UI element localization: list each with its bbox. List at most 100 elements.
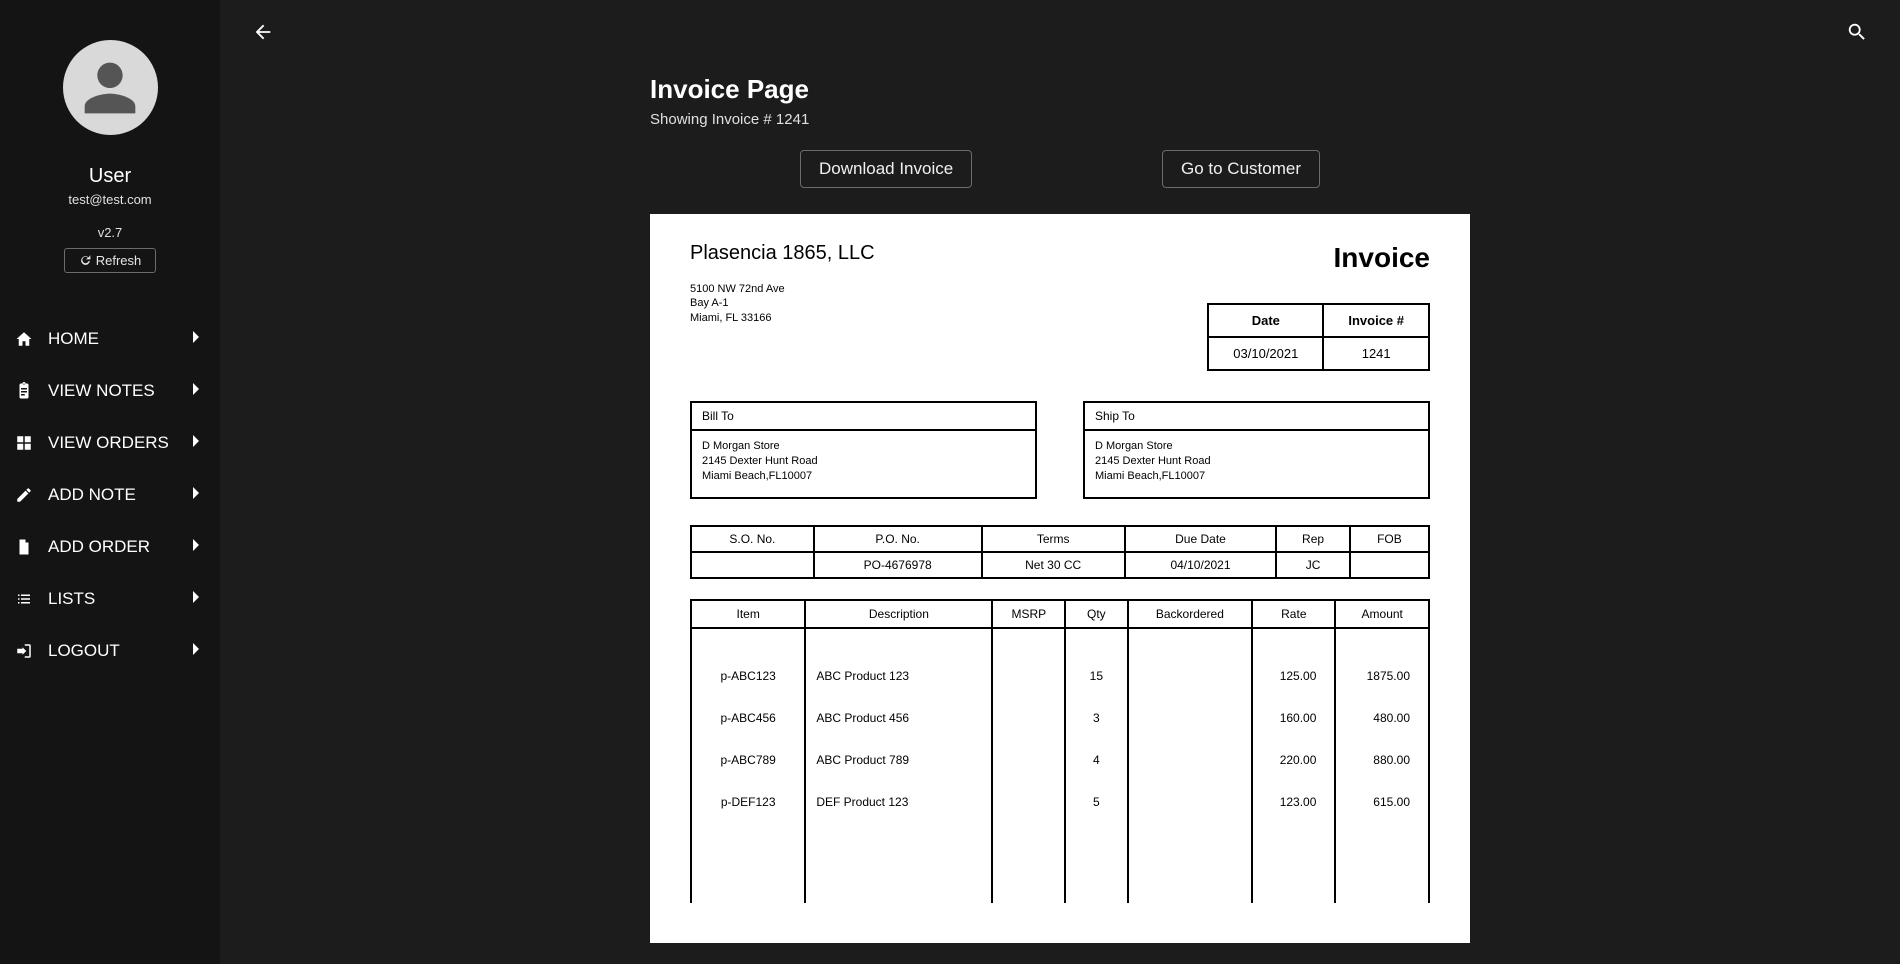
- cell-item: p-DEF123: [691, 781, 805, 823]
- meta-head-so: S.O. No.: [691, 526, 814, 552]
- sidebar-item-view-notes[interactable]: VIEW NOTES: [0, 365, 220, 417]
- cell-qty: 15: [1065, 628, 1127, 697]
- sidebar-item-logout[interactable]: LOGOUT: [0, 625, 220, 677]
- sidebar-item-label: LISTS: [48, 589, 192, 609]
- invoice-heading: Invoice: [1334, 242, 1430, 274]
- meta-val-po: PO-4676978: [814, 552, 982, 578]
- go-to-customer-button[interactable]: Go to Customer: [1162, 150, 1320, 188]
- invoice-items-table: Item Description MSRP Qty Backordered Ra…: [690, 599, 1430, 903]
- chevron-right-icon: [192, 641, 202, 661]
- sidebar-item-view-orders[interactable]: VIEW ORDERS: [0, 417, 220, 469]
- main-content: Invoice Page Showing Invoice # 1241 Down…: [220, 0, 1900, 964]
- cell-amount: 480.00: [1335, 697, 1429, 739]
- back-button[interactable]: [248, 17, 278, 50]
- chevron-right-icon: [192, 433, 202, 453]
- cell-msrp: [992, 781, 1065, 823]
- items-head-amount: Amount: [1335, 600, 1429, 628]
- search-button[interactable]: [1842, 17, 1872, 50]
- cell-rate: 160.00: [1252, 697, 1335, 739]
- topbar: [248, 18, 1872, 48]
- ship-to-label: Ship To: [1085, 403, 1428, 431]
- cell-back: [1128, 697, 1253, 739]
- cell-qty: 4: [1065, 739, 1127, 781]
- user-email: test@test.com: [68, 192, 151, 207]
- table-row: p-ABC456ABC Product 4563160.00480.00: [691, 697, 1429, 739]
- invoice-number: 1241: [1323, 337, 1429, 370]
- address-row: Bill To D Morgan Store 2145 Dexter Hunt …: [690, 401, 1430, 500]
- sidebar-item-lists[interactable]: LISTS: [0, 573, 220, 625]
- invoice-date: 03/10/2021: [1208, 337, 1323, 370]
- sidebar-item-home[interactable]: HOME: [0, 313, 220, 365]
- bill-to-block: Bill To D Morgan Store 2145 Dexter Hunt …: [690, 401, 1037, 500]
- action-row: Download Invoice Go to Customer: [650, 150, 1470, 188]
- cell-qty: 5: [1065, 781, 1127, 823]
- meta-head-po: P.O. No.: [814, 526, 982, 552]
- bill-to-name: D Morgan Store: [702, 439, 1025, 454]
- cell-rate: 123.00: [1252, 781, 1335, 823]
- bill-to-street: 2145 Dexter Hunt Road: [702, 454, 1025, 469]
- refresh-label: Refresh: [96, 253, 142, 268]
- search-icon: [1846, 21, 1868, 43]
- meta-head-due: Due Date: [1125, 526, 1276, 552]
- page-title: Invoice Page: [650, 74, 1470, 105]
- cell-back: [1128, 628, 1253, 697]
- date-header: Date: [1208, 304, 1323, 337]
- invoice-num-header: Invoice #: [1323, 304, 1429, 337]
- list-icon: [14, 590, 34, 608]
- chevron-right-icon: [192, 485, 202, 505]
- app-version: v2.7: [98, 225, 123, 240]
- bill-to-label: Bill To: [692, 403, 1035, 431]
- cell-item: p-ABC789: [691, 739, 805, 781]
- company-addr-line: 5100 NW 72nd Ave: [690, 282, 1430, 296]
- ship-to-body: D Morgan Store 2145 Dexter Hunt Road Mia…: [1085, 431, 1428, 498]
- sidebar-item-label: VIEW ORDERS: [48, 433, 192, 453]
- sidebar-item-add-note[interactable]: ADD NOTE: [0, 469, 220, 521]
- sidebar-item-label: ADD ORDER: [48, 537, 192, 557]
- sidebar-item-label: HOME: [48, 329, 192, 349]
- cell-amount: 1875.00: [1335, 628, 1429, 697]
- meta-val-so: [691, 552, 814, 578]
- ship-to-name: D Morgan Store: [1095, 439, 1418, 454]
- meta-val-terms: Net 30 CC: [982, 552, 1125, 578]
- items-head-rate: Rate: [1252, 600, 1335, 628]
- table-row: p-DEF123DEF Product 123 5 123.00615.00: [691, 781, 1429, 823]
- meta-head-terms: Terms: [982, 526, 1125, 552]
- cell-qty: 3: [1065, 697, 1127, 739]
- meta-val-due: 04/10/2021: [1125, 552, 1276, 578]
- table-row: p-ABC123ABC Product 12315125.001875.00: [691, 628, 1429, 697]
- file-icon: [14, 538, 34, 556]
- sidebar-item-add-order[interactable]: ADD ORDER: [0, 521, 220, 573]
- arrow-left-icon: [252, 21, 274, 43]
- download-invoice-button[interactable]: Download Invoice: [800, 150, 972, 188]
- cell-rate: 220.00: [1252, 739, 1335, 781]
- refresh-icon: [79, 254, 92, 267]
- meta-head-rep: Rep: [1276, 526, 1350, 552]
- items-head-item: Item: [691, 600, 805, 628]
- cell-msrp: [992, 697, 1065, 739]
- cell-desc: ABC Product 789: [805, 739, 992, 781]
- ship-to-block: Ship To D Morgan Store 2145 Dexter Hunt …: [1083, 401, 1430, 500]
- cell-amount: 615.00: [1335, 781, 1429, 823]
- invoice-header: Plasencia 1865, LLC Invoice: [690, 242, 1430, 274]
- user-icon: [79, 57, 141, 119]
- items-head-desc: Description: [805, 600, 992, 628]
- cell-desc: DEF Product 123: [805, 781, 992, 823]
- profile-block: User test@test.com v2.7 Refresh: [0, 40, 220, 313]
- cell-item: p-ABC456: [691, 697, 805, 739]
- chevron-right-icon: [192, 589, 202, 609]
- refresh-button[interactable]: Refresh: [64, 248, 157, 273]
- meta-head-fob: FOB: [1350, 526, 1429, 552]
- items-head-back: Backordered: [1128, 600, 1253, 628]
- table-row: p-ABC789ABC Product 7894220.00880.00: [691, 739, 1429, 781]
- grid-icon: [14, 434, 34, 452]
- meta-val-rep: JC: [1276, 552, 1350, 578]
- invoice-document: Plasencia 1865, LLC Invoice 5100 NW 72nd…: [650, 214, 1470, 943]
- sidebar: User test@test.com v2.7 Refresh HOME VIE…: [0, 0, 220, 964]
- page-subtitle: Showing Invoice # 1241: [650, 111, 1470, 128]
- ship-to-citystate: Miami Beach,FL10007: [1095, 469, 1418, 484]
- logout-icon: [14, 642, 34, 660]
- items-head-qty: Qty: [1065, 600, 1127, 628]
- sidebar-item-label: VIEW NOTES: [48, 381, 192, 401]
- cell-back: [1128, 739, 1253, 781]
- cell-back: [1128, 781, 1253, 823]
